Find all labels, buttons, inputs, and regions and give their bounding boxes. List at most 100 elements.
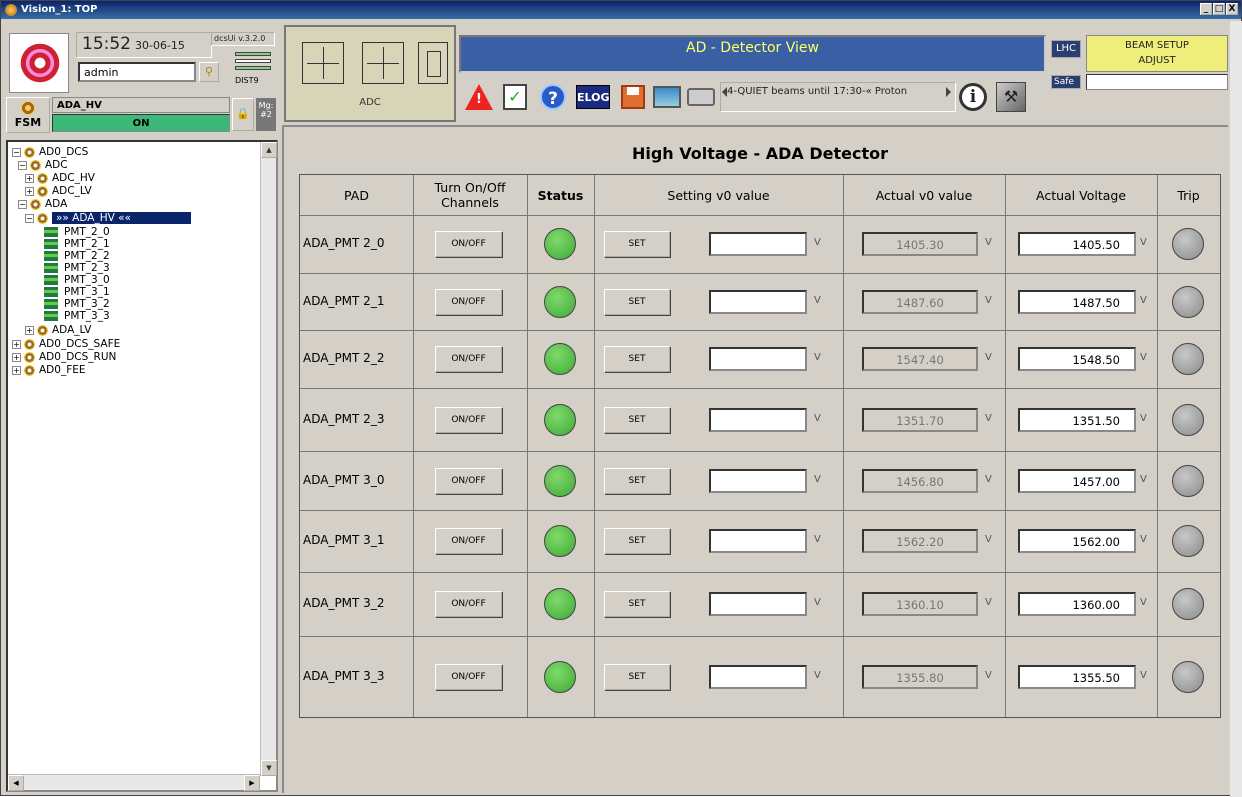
tree-item-label: PMT_2_3	[64, 262, 110, 274]
actual-v0-field: 1360.10	[862, 592, 978, 616]
adc-rack-icon	[418, 42, 448, 84]
onoff-button[interactable]: ON/OFF	[435, 231, 502, 257]
actual-v0-unit: V	[985, 237, 992, 248]
hv-channel-table: PAD Turn On/Off Channels Status Setting …	[299, 174, 1221, 718]
onoff-button[interactable]: ON/OFF	[435, 406, 502, 433]
set-button[interactable]: SET	[604, 663, 670, 690]
actual-v0-unit: V	[985, 412, 992, 424]
window-title-bar[interactable]: Vision_1: TOP _ □ X	[1, 1, 1241, 19]
scroll-down-icon[interactable]: ▼	[261, 760, 277, 776]
actual-v0-field: 1456.80	[862, 468, 978, 493]
tree-item[interactable]: − »» ADA_HV ««	[25, 212, 191, 225]
set-button[interactable]: SET	[604, 528, 670, 554]
col-header-trip: Trip	[1177, 187, 1200, 203]
scroll-left-icon[interactable]: ◀	[8, 775, 24, 791]
actual-v0-field: 1405.30	[862, 232, 978, 256]
setting-v0-input[interactable]	[709, 407, 807, 432]
checklist-button[interactable]: ✓	[500, 80, 530, 114]
user-field[interactable]: admin	[78, 62, 196, 82]
tree-toggle-icon[interactable]: −	[12, 147, 21, 157]
window-vertical-scrollbar[interactable]	[1230, 21, 1242, 797]
onoff-button[interactable]: ON/OFF	[435, 591, 502, 617]
set-button[interactable]: SET	[604, 231, 670, 257]
tree-item[interactable]: + ADC_LV	[25, 185, 92, 198]
onoff-button[interactable]: ON/OFF	[435, 346, 502, 372]
tree-item[interactable]: + AD0_FEE	[12, 364, 86, 377]
login-key-button[interactable]: ⚲	[199, 62, 219, 82]
screen-button[interactable]	[652, 80, 682, 114]
version-label: dcsUi v.3.2.0	[211, 32, 275, 46]
alarm-button[interactable]: !	[464, 80, 494, 114]
scroll-up-icon[interactable]: ▲	[261, 142, 277, 158]
tree-toggle-icon[interactable]: +	[25, 173, 34, 183]
tree-toggle-icon[interactable]: +	[25, 325, 34, 335]
setting-v0-input[interactable]	[709, 347, 807, 371]
fsm-tree[interactable]: − AD0_DCS − ADC + ADC_HV + ADC_LV − ADA − »» ADA_HV…	[6, 140, 278, 792]
elog-button[interactable]: ELOG	[574, 80, 612, 114]
tree-item[interactable]: + ADA_LV	[25, 324, 91, 337]
page-title: High Voltage - ADA Detector	[631, 144, 889, 163]
actual-voltage-field: 1487.50	[1018, 289, 1136, 314]
actual-v0-unit: V	[985, 473, 992, 485]
tree-item-label: PMT_3_1	[64, 286, 110, 298]
tree-item[interactable]: + AD0_DCS_SAFE	[12, 338, 120, 351]
mg-indicator: Mg: #2	[256, 98, 276, 131]
tree-item[interactable]: + AD0_DCS_RUN	[12, 351, 116, 364]
set-button[interactable]: SET	[604, 346, 670, 372]
setting-v0-input[interactable]	[709, 289, 807, 314]
beam-status-extra	[1086, 74, 1228, 90]
actual-voltage-unit: V	[1140, 534, 1147, 545]
set-button[interactable]: SET	[604, 288, 670, 315]
minimize-button[interactable]: _	[1200, 3, 1212, 15]
elog-icon: ELOG	[576, 85, 610, 109]
tree-toggle-icon[interactable]: −	[18, 199, 27, 209]
tree-item[interactable]: − AD0_DCS	[12, 146, 88, 159]
maximize-button[interactable]: □	[1213, 3, 1225, 15]
onoff-button[interactable]: ON/OFF	[435, 288, 502, 315]
tree-item[interactable]: − ADC	[18, 159, 68, 172]
scroll-right-icon[interactable]: ▶	[244, 775, 260, 791]
lock-icon[interactable]: 🔒	[232, 98, 254, 131]
tree-toggle-icon[interactable]: +	[12, 352, 21, 362]
trip-led	[1172, 403, 1204, 436]
setting-v0-input[interactable]	[709, 592, 807, 616]
beam-line-2: ADJUST	[1138, 55, 1176, 66]
fsm-state-button[interactable]: ON	[52, 114, 230, 132]
onoff-button[interactable]: ON/OFF	[435, 467, 502, 494]
tree-toggle-icon[interactable]: −	[18, 160, 27, 170]
set-button[interactable]: SET	[604, 591, 670, 617]
tree-toggle-icon[interactable]: +	[25, 186, 34, 196]
info-button[interactable]: i	[958, 80, 988, 114]
fsm-label: FSM	[14, 116, 42, 129]
setting-v0-input[interactable]	[709, 529, 807, 553]
onoff-button[interactable]: ON/OFF	[435, 528, 502, 554]
tree-item[interactable]: − ADA	[18, 198, 67, 211]
setting-v0-input[interactable]	[709, 664, 807, 689]
print-button[interactable]	[686, 80, 716, 114]
printer-icon	[687, 88, 715, 106]
tools-button[interactable]: ⚒	[996, 80, 1026, 114]
tree-toggle-icon[interactable]: +	[12, 339, 21, 349]
tree-item-label: ADC	[45, 159, 68, 171]
fsm-button[interactable]: FSM	[6, 97, 50, 133]
setting-v0-input[interactable]	[709, 468, 807, 493]
actual-voltage-field: 1360.00	[1018, 592, 1136, 616]
adc-panel-button[interactable]: ADC	[284, 25, 456, 122]
lhc-message-ticker[interactable]: 4-QUIET beams until 17:30-« Proton	[720, 82, 956, 112]
set-button[interactable]: SET	[604, 467, 670, 494]
setting-v0-input[interactable]	[709, 232, 807, 256]
onoff-button[interactable]: ON/OFF	[435, 663, 502, 690]
setting-unit: V	[814, 473, 821, 485]
tree-vertical-scrollbar[interactable]: ▲ ▼	[260, 142, 277, 776]
tree-horizontal-scrollbar[interactable]: ◀ ▶	[8, 774, 260, 791]
tree-item[interactable]: + ADC_HV	[25, 172, 95, 185]
col-header-actual-v0: Actual v0 value	[875, 187, 973, 203]
close-button[interactable]: X	[1226, 3, 1238, 15]
tree-toggle-icon[interactable]: −	[25, 213, 34, 223]
set-button[interactable]: SET	[604, 406, 670, 433]
clock-date: 30-06-15	[135, 39, 185, 52]
tree-toggle-icon[interactable]: +	[12, 365, 21, 375]
save-button[interactable]	[618, 80, 648, 114]
help-button[interactable]: ?	[538, 80, 568, 114]
tree-item[interactable]: PMT_3_3	[44, 310, 110, 323]
